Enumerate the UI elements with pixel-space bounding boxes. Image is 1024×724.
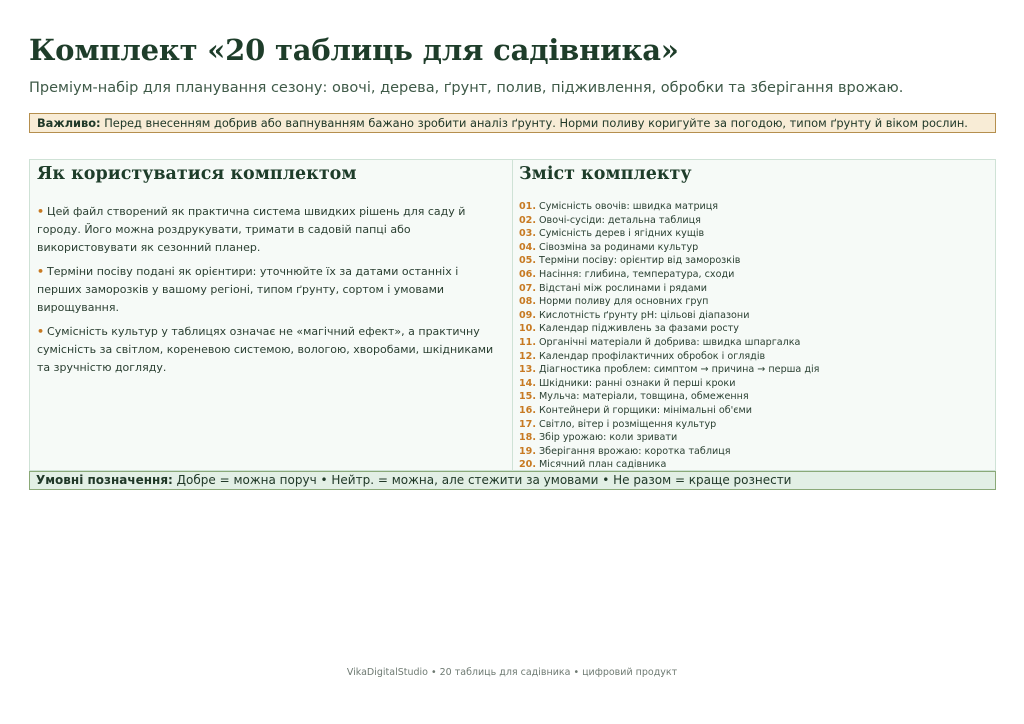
usage-title: Як користуватися комплектом	[37, 164, 357, 184]
contents-item: 03. Сумісність дерев і ягідних кущів	[519, 227, 987, 241]
contents-item: 16. Контейнери й горщики: мінімальні об'є…	[519, 404, 987, 418]
contents-item-label: Місячний план садівника	[539, 459, 667, 471]
contents-item: 20. Місячний план садівника	[519, 458, 987, 472]
bullet-icon: •	[37, 205, 45, 218]
usage-item: • Сумісність культур у таблицях означає н…	[37, 323, 504, 377]
contents-item-number: 07.	[519, 282, 536, 294]
info-panel: Як користуватися комплектом • Цей файл ст…	[29, 159, 996, 471]
contents-item-label: Насіння: глибина, температура, сходи	[539, 268, 735, 280]
contents-item: 06. Насіння: глибина, температура, сходи	[519, 268, 987, 282]
contents-item-label: Збір урожаю: коли зривати	[539, 432, 678, 444]
contents-item: 17. Світло, вітер і розміщення культур	[519, 418, 987, 432]
contents-section: Зміст комплекту 01. Сумісність овочів: шв…	[513, 160, 995, 470]
contents-item-label: Норми поливу для основних груп	[539, 296, 709, 308]
notice-text: Перед внесенням добрив або вапнуванням б…	[100, 116, 968, 130]
contents-item: 18. Збір урожаю: коли зривати	[519, 431, 987, 445]
usage-item-text: Цей файл створений як практична система …	[37, 205, 466, 254]
legend-bar: Умовні позначення: Добре = можна поруч •…	[29, 471, 996, 490]
notice-label: Важливо:	[37, 116, 101, 130]
important-notice: Важливо: Перед внесенням добрив або вапн…	[29, 113, 996, 133]
contents-item-label: Діагностика проблем: симптом → причина →…	[539, 364, 820, 376]
contents-item-label: Календар підживлень за фазами росту	[539, 323, 739, 335]
contents-item: 08. Норми поливу для основних груп	[519, 295, 987, 309]
legend-label: Умовні позначення:	[36, 473, 173, 487]
contents-item-label: Органічні матеріали й добрива: швидка шп…	[539, 336, 801, 348]
contents-item-number: 20.	[519, 459, 536, 471]
usage-item-text: Терміни посіву подані як орієнтири: уточ…	[37, 265, 459, 314]
contents-item-number: 05.	[519, 255, 536, 267]
contents-list: 01. Сумісність овочів: швидка матриця 02.…	[519, 200, 987, 472]
contents-item-number: 15.	[519, 391, 536, 403]
contents-item: 10. Календар підживлень за фазами росту	[519, 322, 987, 336]
contents-item: 02. Овочі-сусіди: детальна таблиця	[519, 214, 987, 228]
contents-item-number: 09.	[519, 309, 536, 321]
contents-item-label: Сумісність овочів: швидка матриця	[539, 201, 719, 212]
contents-item: 13. Діагностика проблем: симптом → причин…	[519, 363, 987, 377]
contents-item: 14. Шкідники: ранні ознаки й перші кроки	[519, 377, 987, 391]
contents-item-number: 04.	[519, 241, 536, 253]
contents-item: 01. Сумісність овочів: швидка матриця	[519, 200, 987, 214]
contents-item: 11. Органічні матеріали й добрива: швидка…	[519, 336, 987, 350]
document-page: Комплект «20 таблиць для садівника» Прем…	[29, 30, 996, 490]
contents-item-label: Сівозміна за родинами культур	[539, 241, 699, 253]
contents-item: 19. Зберігання врожаю: коротка таблиця	[519, 445, 987, 459]
page-footer: VikaDigitalStudio • 20 таблиць для садів…	[346, 667, 678, 678]
contents-item-number: 11.	[519, 336, 536, 348]
page-subtitle: Преміум-набір для планування сезону: ово…	[29, 80, 904, 96]
bullet-icon: •	[37, 265, 45, 278]
contents-item-label: Відстані між рослинами і рядами	[539, 282, 708, 294]
contents-item-label: Овочі-сусіди: детальна таблиця	[539, 214, 701, 226]
contents-item: 15. Мульча: матеріали, товщина, обмеження	[519, 390, 987, 404]
contents-item-number: 01.	[519, 201, 536, 212]
contents-item-label: Контейнери й горщики: мінімальні об'єми	[539, 404, 752, 416]
contents-item-label: Мульча: матеріали, товщина, обмеження	[539, 391, 749, 403]
contents-item-number: 14.	[519, 377, 536, 389]
contents-item-number: 02.	[519, 214, 536, 226]
contents-item: 12. Календар профілактичних обробок і огл…	[519, 350, 987, 364]
contents-item-label: Шкідники: ранні ознаки й перші кроки	[539, 377, 736, 389]
bullet-icon: •	[37, 325, 45, 338]
contents-item: 04. Сівозміна за родинами культур	[519, 241, 987, 255]
usage-list: • Цей файл створений як практична система…	[37, 203, 504, 377]
contents-item-number: 16.	[519, 404, 536, 416]
contents-item-number: 10.	[519, 323, 536, 335]
contents-item-number: 18.	[519, 432, 536, 444]
contents-item-label: Календар профілактичних обробок і огляді…	[539, 350, 766, 362]
contents-item: 07. Відстані між рослинами і рядами	[519, 282, 987, 296]
contents-item-number: 12.	[519, 350, 536, 362]
usage-item-text: Сумісність культур у таблицях означає не…	[37, 325, 494, 374]
contents-item-label: Світло, вітер і розміщення культур	[539, 418, 717, 430]
legend-text: Добре = можна поруч • Нейтр. = можна, ал…	[172, 473, 792, 487]
contents-item-number: 17.	[519, 418, 536, 430]
contents-title: Зміст комплекту	[519, 164, 692, 184]
contents-item-number: 06.	[519, 268, 536, 280]
contents-item: 05. Терміни посіву: орієнтир від заморозк…	[519, 254, 987, 268]
contents-item-label: Зберігання врожаю: коротка таблиця	[539, 445, 731, 457]
contents-item-number: 19.	[519, 445, 536, 457]
contents-item-number: 03.	[519, 228, 536, 240]
contents-item-number: 13.	[519, 364, 536, 376]
usage-item: • Терміни посіву подані як орієнтири: уто…	[37, 263, 504, 317]
contents-item: 09. Кислотність ґрунту pH: цільові діапаз…	[519, 309, 987, 323]
contents-item-label: Сумісність дерев і ягідних кущів	[539, 228, 705, 240]
contents-item-number: 08.	[519, 296, 536, 308]
contents-item-label: Терміни посіву: орієнтир від заморозків	[539, 255, 741, 267]
contents-item-label: Кислотність ґрунту pH: цільові діапазони	[539, 309, 750, 321]
usage-item: • Цей файл створений як практична система…	[37, 203, 504, 257]
page-title: Комплект «20 таблиць для садівника»	[29, 33, 679, 67]
usage-section: Як користуватися комплектом • Цей файл ст…	[30, 160, 513, 470]
